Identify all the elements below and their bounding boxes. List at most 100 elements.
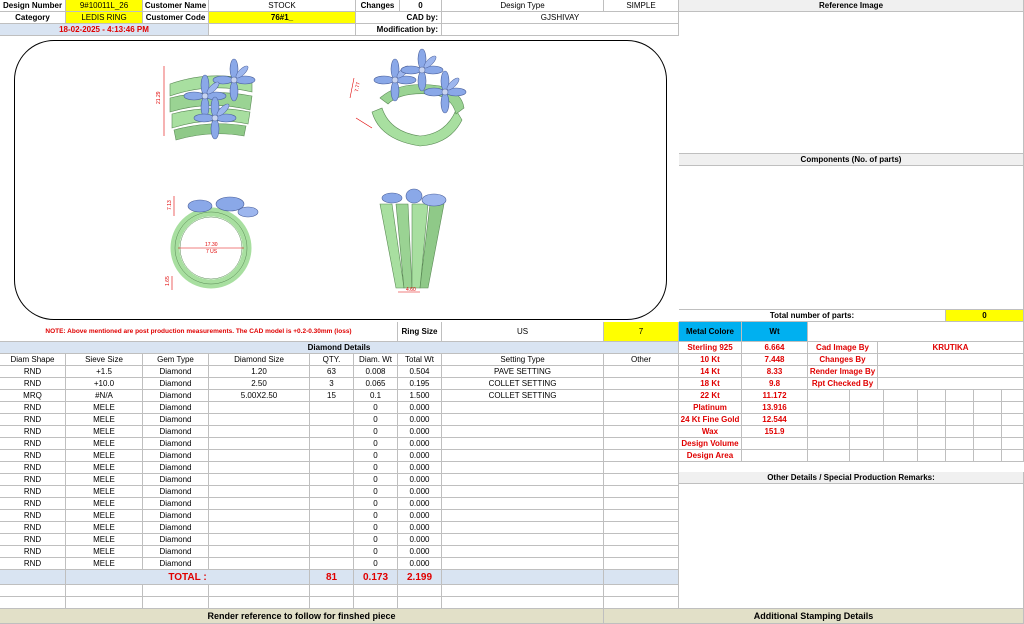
- table-cell[interactable]: [310, 498, 354, 510]
- table-cell[interactable]: [209, 486, 310, 498]
- metal-weight[interactable]: 6.664: [742, 342, 808, 354]
- table-cell[interactable]: +1.5: [66, 366, 143, 378]
- table-cell[interactable]: 0.000: [398, 558, 442, 570]
- table-cell[interactable]: [442, 486, 604, 498]
- table-cell[interactable]: 2.50: [209, 378, 310, 390]
- table-cell[interactable]: Diamond: [143, 474, 209, 486]
- render-image-by-value[interactable]: [878, 366, 1024, 378]
- table-cell[interactable]: Diamond: [143, 426, 209, 438]
- table-cell[interactable]: [442, 558, 604, 570]
- table-cell[interactable]: Diamond: [143, 390, 209, 402]
- table-cell[interactable]: 0.000: [398, 462, 442, 474]
- table-cell[interactable]: 0: [354, 498, 398, 510]
- table-cell[interactable]: 0: [354, 402, 398, 414]
- table-cell[interactable]: Diamond: [143, 546, 209, 558]
- table-cell[interactable]: [209, 534, 310, 546]
- table-cell[interactable]: [310, 414, 354, 426]
- table-cell[interactable]: [310, 426, 354, 438]
- table-cell[interactable]: [310, 402, 354, 414]
- table-cell[interactable]: [604, 510, 679, 522]
- table-cell[interactable]: 0.000: [398, 426, 442, 438]
- table-cell[interactable]: MRQ: [0, 390, 66, 402]
- table-cell[interactable]: MELE: [66, 414, 143, 426]
- metal-weight[interactable]: 8.33: [742, 366, 808, 378]
- table-cell[interactable]: Diamond: [143, 402, 209, 414]
- table-cell[interactable]: [209, 462, 310, 474]
- table-cell[interactable]: COLLET SETTING: [442, 378, 604, 390]
- table-cell[interactable]: 0: [354, 426, 398, 438]
- table-cell[interactable]: 0: [354, 534, 398, 546]
- table-cell[interactable]: RND: [0, 510, 66, 522]
- table-cell[interactable]: [604, 462, 679, 474]
- metal-weight[interactable]: [742, 450, 808, 462]
- table-cell[interactable]: RND: [0, 534, 66, 546]
- table-cell[interactable]: RND: [0, 498, 66, 510]
- table-cell[interactable]: Diamond: [143, 510, 209, 522]
- table-cell[interactable]: [310, 474, 354, 486]
- table-cell[interactable]: 0: [354, 474, 398, 486]
- table-cell[interactable]: MELE: [66, 510, 143, 522]
- table-cell[interactable]: [604, 438, 679, 450]
- table-cell[interactable]: Diamond: [143, 522, 209, 534]
- table-cell[interactable]: [442, 462, 604, 474]
- table-cell[interactable]: #N/A: [66, 390, 143, 402]
- table-cell[interactable]: RND: [0, 522, 66, 534]
- table-cell[interactable]: RND: [0, 438, 66, 450]
- table-cell[interactable]: 0: [354, 414, 398, 426]
- metal-weight[interactable]: 12.544: [742, 414, 808, 426]
- metal-weight[interactable]: [742, 438, 808, 450]
- table-cell[interactable]: MELE: [66, 438, 143, 450]
- table-cell[interactable]: [209, 414, 310, 426]
- table-cell[interactable]: [442, 450, 604, 462]
- table-cell[interactable]: PAVE SETTING: [442, 366, 604, 378]
- table-cell[interactable]: RND: [0, 366, 66, 378]
- table-cell[interactable]: 0.000: [398, 498, 442, 510]
- table-cell[interactable]: MELE: [66, 426, 143, 438]
- rpt-checked-by-value[interactable]: [878, 378, 1024, 390]
- table-cell[interactable]: Diamond: [143, 438, 209, 450]
- table-cell[interactable]: +10.0: [66, 378, 143, 390]
- table-cell[interactable]: [604, 534, 679, 546]
- table-cell[interactable]: [604, 414, 679, 426]
- metal-weight[interactable]: 7.448: [742, 354, 808, 366]
- table-cell[interactable]: [209, 558, 310, 570]
- table-cell[interactable]: RND: [0, 486, 66, 498]
- table-cell[interactable]: RND: [0, 474, 66, 486]
- table-cell[interactable]: 0.195: [398, 378, 442, 390]
- table-cell[interactable]: [310, 546, 354, 558]
- metal-weight[interactable]: 13.916: [742, 402, 808, 414]
- table-cell[interactable]: 0.1: [354, 390, 398, 402]
- table-cell[interactable]: [604, 366, 679, 378]
- table-cell[interactable]: 0: [354, 522, 398, 534]
- table-cell[interactable]: [310, 522, 354, 534]
- cad-image-by-value[interactable]: KRUTIKA: [878, 342, 1024, 354]
- table-cell[interactable]: Diamond: [143, 378, 209, 390]
- total-parts-value[interactable]: 0: [946, 310, 1024, 322]
- table-cell[interactable]: [442, 426, 604, 438]
- table-cell[interactable]: [442, 522, 604, 534]
- table-cell[interactable]: MELE: [66, 486, 143, 498]
- table-cell[interactable]: MELE: [66, 498, 143, 510]
- table-cell[interactable]: MELE: [66, 450, 143, 462]
- table-cell[interactable]: 0: [354, 450, 398, 462]
- table-cell[interactable]: [310, 450, 354, 462]
- table-cell[interactable]: 0.000: [398, 546, 442, 558]
- table-cell[interactable]: Diamond: [143, 486, 209, 498]
- table-cell[interactable]: RND: [0, 462, 66, 474]
- table-cell[interactable]: [310, 558, 354, 570]
- table-cell[interactable]: [310, 486, 354, 498]
- table-cell[interactable]: 0.065: [354, 378, 398, 390]
- table-cell[interactable]: 1.20: [209, 366, 310, 378]
- table-cell[interactable]: 0.000: [398, 522, 442, 534]
- metal-weight[interactable]: 9.8: [742, 378, 808, 390]
- table-cell[interactable]: MELE: [66, 402, 143, 414]
- table-cell[interactable]: MELE: [66, 462, 143, 474]
- table-cell[interactable]: Diamond: [143, 534, 209, 546]
- table-cell[interactable]: [209, 402, 310, 414]
- table-cell[interactable]: [604, 378, 679, 390]
- table-cell[interactable]: 15: [310, 390, 354, 402]
- table-cell[interactable]: [604, 498, 679, 510]
- metal-weight[interactable]: 11.172: [742, 390, 808, 402]
- table-cell[interactable]: [604, 474, 679, 486]
- ring-size-value[interactable]: 7: [604, 322, 679, 342]
